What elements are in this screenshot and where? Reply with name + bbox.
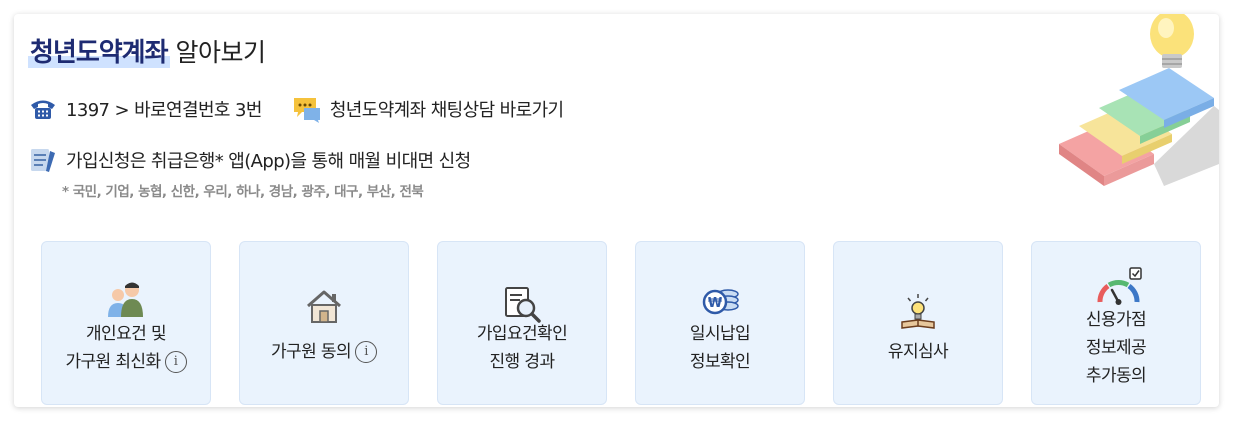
bank-note: * 국민, 기업, 농협, 신한, 우리, 하나, 경남, 광주, 대구, 부산… [62,184,424,200]
card-eligibility-progress[interactable]: 가입요건확인 진행 경과 [437,241,607,405]
info-icon[interactable]: i [164,351,187,373]
house-icon [302,284,346,328]
card-label: 유지심사 [834,338,1002,366]
page-title-strong: 청년도약계좌 [28,38,170,68]
apply-row: 가입신청은 취급은행* 앱(App)을 통해 매월 비대면 신청 [28,145,471,175]
card-label-line: 정보제공 [1085,338,1147,358]
card-label: 개인요건 및 가구원 최신화 i [42,320,210,376]
card-household-consent[interactable]: 가구원 동의 i [239,241,409,405]
svg-text:₩: ₩ [708,296,723,311]
card-label-line: 정보확인 [689,352,751,372]
document-icon [28,145,58,175]
people-icon [104,277,148,321]
info-icon[interactable]: i [355,341,377,363]
page-title: 청년도약계좌 알아보기 [28,32,266,72]
card-label-line: 신용가점 [1085,310,1147,330]
phone-icon [28,94,58,124]
card-label-line: 개인요건 및 [85,324,167,344]
card-label-line: 일시납입 [689,324,751,344]
card-lump-sum-info[interactable]: ₩ 일시납입 정보확인 [635,241,805,405]
contact-row: 1397 > 바로연결번호 3번 청년도약계좌 채팅상담 바로가기 [28,94,564,124]
chat-consult-link[interactable]: 청년도약계좌 채팅상담 바로가기 [292,94,564,124]
phone-text: 1397 > 바로연결번호 3번 [66,100,262,121]
card-label: 일시납입 정보확인 [636,320,804,376]
page-title-light: 알아보기 [175,38,267,67]
coins-icon: ₩ [698,280,742,324]
credit-gauge-icon [1094,266,1142,310]
card-label-line: 가구원 최신화 [65,352,161,372]
card-personal-requirements[interactable]: 개인요건 및 가구원 최신화 i [41,241,211,405]
lightbulb-book-icon [896,290,940,334]
card-label: 가구원 동의 i [240,338,408,366]
card-maintenance-review[interactable]: 유지심사 [833,241,1003,405]
stairs-lightbulb-illustration [1054,14,1219,189]
apply-text: 가입신청은 취급은행* 앱(App)을 통해 매월 비대면 신청 [66,151,471,172]
card-label-line: 가입요건확인 [476,324,568,344]
card-label-line: 가구원 동의 [270,342,352,362]
youth-savings-panel: 청년도약계좌 알아보기 1397 > 바로연결번호 3번 청년도약계좌 채팅상담… [14,14,1219,407]
card-label-line: 진행 경과 [489,352,556,372]
card-label: 신용가점 정보제공 추가동의 [1032,306,1200,390]
chat-link-text: 청년도약계좌 채팅상담 바로가기 [329,100,564,121]
card-label: 가입요건확인 진행 경과 [438,320,606,376]
card-label-line: 유지심사 [887,342,949,362]
step-cards: 개인요건 및 가구원 최신화 i 가구원 동의 i 가입요건확인 진행 경과 ₩… [41,241,1201,405]
card-credit-score-consent[interactable]: 신용가점 정보제공 추가동의 [1031,241,1201,405]
chat-icon [292,94,322,124]
card-label-line: 추가동의 [1085,366,1147,386]
